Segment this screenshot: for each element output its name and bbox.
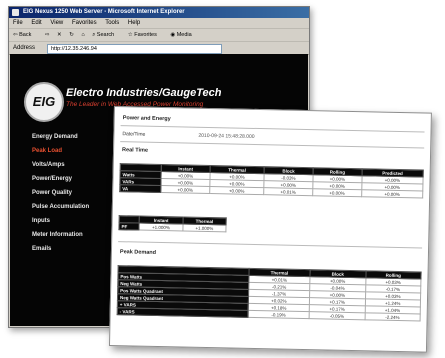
nav-item-peak-load[interactable]: Peak Load	[32, 148, 102, 155]
address-input[interactable]: http://12.35.246.94	[47, 44, 222, 54]
section-peak-demand: Peak Demand	[119, 249, 157, 256]
section-power-energy: Power and Energy	[122, 115, 171, 123]
divider	[120, 141, 425, 149]
nav-item-inputs[interactable]: Inputs	[32, 218, 102, 225]
table-row: PF +1.000% +1.000%	[118, 222, 227, 232]
favorites-button[interactable]: ☆ Favorites	[128, 32, 163, 38]
pf-row-label: PF	[118, 222, 140, 231]
pf-cell: +1.000%	[182, 223, 227, 232]
nav-item-volts-amps[interactable]: Volts/Amps	[32, 162, 102, 169]
nav-item-emails[interactable]: Emails	[32, 246, 102, 253]
peak-demand-row-label: - VARS	[117, 307, 249, 318]
divider	[118, 241, 423, 249]
menu-bar: File Edit View Favorites Tools Help	[9, 18, 309, 29]
home-icon[interactable]: ⌂	[81, 32, 84, 38]
brand-name: Electro Industries/GaugeTech	[66, 87, 222, 99]
nav-item-pulse-accumulation[interactable]: Pulse Accumulation	[32, 204, 102, 211]
menu-file[interactable]: File	[13, 20, 23, 26]
peak-demand-cell: -0.19%	[247, 310, 310, 319]
real-time-cell: +0.00%	[209, 186, 264, 195]
menu-view[interactable]: View	[50, 20, 63, 26]
back-label: Back	[19, 32, 32, 38]
real-time-cell: +0.00%	[160, 185, 210, 194]
forward-icon[interactable]: ⇨	[45, 32, 50, 38]
menu-favorites[interactable]: Favorites	[72, 20, 97, 26]
nav-item-energy-demand[interactable]: Energy Demand	[32, 134, 102, 141]
ie-icon	[12, 9, 19, 16]
datetime-label: Date/Time	[122, 131, 146, 138]
toolbar: ⇦ Back ⇨ ✕ ↻ ⌂ ⌕ Search ☆ Favorites ◉ Me…	[9, 29, 309, 42]
nav-item-power-quality[interactable]: Power Quality	[32, 190, 102, 197]
section-real-time: Real Time	[122, 147, 149, 154]
power-factor-table: Instant Thermal PF +1.000% +1.000%	[118, 215, 227, 232]
stop-icon[interactable]: ✕	[57, 32, 62, 38]
pf-cell: +1.000%	[139, 223, 183, 231]
datetime-value: 2010-09-24 15:48:28.000	[198, 132, 255, 140]
nav-item-meter-information[interactable]: Meter Information	[32, 232, 102, 239]
search-button[interactable]: ⌕ Search	[92, 32, 120, 38]
peak-demand-table: Thermal Block Rolling Pos Watts +0.01% +0.00%…	[117, 265, 422, 321]
menu-edit[interactable]: Edit	[31, 20, 41, 26]
favorites-label: Favorites	[134, 32, 157, 38]
back-button[interactable]: ⇦ Back	[13, 32, 37, 38]
refresh-icon[interactable]: ↻	[69, 32, 74, 38]
menu-tools[interactable]: Tools	[105, 20, 119, 26]
menu-help[interactable]: Help	[128, 20, 140, 26]
media-button[interactable]: ◉ Media	[170, 32, 197, 38]
peak-load-panel: Power and Energy Date/Time 2010-09-24 15…	[108, 106, 432, 353]
real-time-cell: +0.00%	[312, 188, 362, 197]
real-time-table: Instant Thermal Block Rolling Predicted Watts…	[119, 163, 424, 198]
media-label: Media	[176, 32, 192, 38]
real-time-cell: +0.01%	[263, 187, 313, 196]
divider	[120, 125, 425, 133]
window-title: EIG Nexus 1250 Web Server - Microsoft In…	[23, 9, 185, 15]
side-navigation: Energy Demand Peak Load Volts/Amps Power/En…	[32, 134, 102, 260]
search-label: Search	[96, 32, 115, 38]
peak-demand-cell: -2.24%	[364, 312, 421, 321]
real-time-cell: +0.00%	[361, 189, 423, 198]
eig-logo: EIG	[24, 82, 64, 122]
address-label: Address	[13, 45, 36, 51]
window-title-bar: EIG Nexus 1250 Web Server - Microsoft In…	[9, 7, 309, 18]
peak-demand-cell: -0.05%	[309, 311, 365, 320]
real-time-row-label: VA	[119, 184, 161, 193]
nav-item-power-energy[interactable]: Power/Energy	[32, 176, 102, 183]
